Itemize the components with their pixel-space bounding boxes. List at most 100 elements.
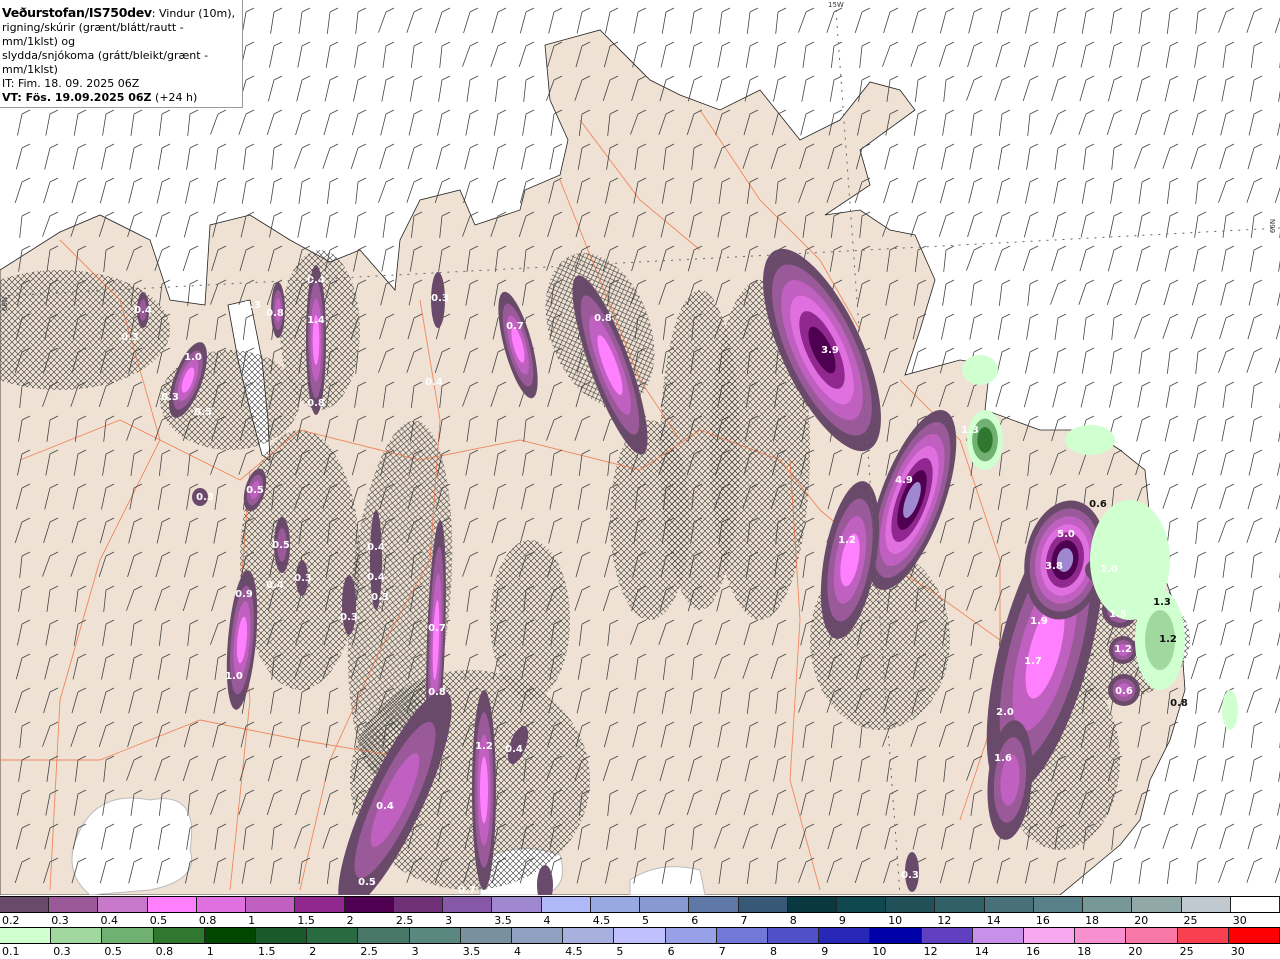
legend-label: 14 bbox=[987, 914, 1001, 927]
precip-value-label: 0.4 bbox=[425, 377, 443, 388]
precip-value-label: 0.8 bbox=[1170, 698, 1188, 709]
legend-label: 7 bbox=[740, 914, 747, 927]
legend-swatch bbox=[246, 897, 295, 912]
legend-swatch bbox=[1182, 897, 1231, 912]
legend-swatch bbox=[717, 928, 768, 943]
legend-label: 0.1 bbox=[2, 945, 20, 958]
legend-swatch bbox=[788, 897, 837, 912]
title-desc-3: slydda/snjókoma (grátt/bleikt/grænt - mm… bbox=[2, 49, 240, 77]
legend-label: 3 bbox=[445, 914, 452, 927]
precip-value-label: 0.3 bbox=[161, 392, 179, 403]
legend-label: 20 bbox=[1134, 914, 1148, 927]
legend-swatch bbox=[410, 928, 461, 943]
legend-label: 1 bbox=[248, 914, 255, 927]
legend-label: 30 bbox=[1233, 914, 1247, 927]
legend-swatch bbox=[492, 897, 541, 912]
legend-label: 25 bbox=[1180, 945, 1194, 958]
precip-value-label: 0.5 bbox=[358, 877, 376, 888]
precip-value-label: 1.7 bbox=[1024, 656, 1042, 667]
legend-swatch bbox=[0, 928, 51, 943]
legend-swatch bbox=[256, 928, 307, 943]
legend-label: 8 bbox=[790, 914, 797, 927]
precip-value-label: 0.5 bbox=[194, 407, 212, 418]
legend-rain: 0.10.30.50.811.522.533.544.5567891012141… bbox=[0, 927, 1280, 958]
legend-swatch bbox=[197, 897, 246, 912]
title-desc-2: rigning/skúrir (grænt/blátt/rautt - mm/1… bbox=[2, 21, 240, 49]
legend-swatch bbox=[98, 897, 147, 912]
precip-area bbox=[306, 265, 326, 415]
legend-label: 5 bbox=[642, 914, 649, 927]
legend-swatch bbox=[102, 928, 153, 943]
legend-swatch bbox=[640, 897, 689, 912]
legend-swatch bbox=[512, 928, 563, 943]
legend-swatch bbox=[886, 897, 935, 912]
legend-label: 4.5 bbox=[565, 945, 583, 958]
legend-label: 0.3 bbox=[51, 914, 69, 927]
legend-label: 2 bbox=[347, 914, 354, 927]
legend-label: 8 bbox=[770, 945, 777, 958]
legend-swatch bbox=[1126, 928, 1177, 943]
precip-value-label: 0.4 bbox=[367, 542, 385, 553]
legend-label: 25 bbox=[1184, 914, 1198, 927]
legend-swatch bbox=[935, 897, 984, 912]
precip-value-label: 0.3 bbox=[196, 492, 214, 503]
legend-swatch bbox=[563, 928, 614, 943]
snow-hatch bbox=[610, 420, 690, 620]
legend-swatch bbox=[985, 897, 1034, 912]
legend-swatch bbox=[1034, 897, 1083, 912]
precip-value-label: 0.5 bbox=[246, 485, 264, 496]
precip-value-label: 1.3 bbox=[1153, 597, 1171, 608]
precip-value-label: 0.3 bbox=[121, 332, 139, 343]
lead-time: (+24 h) bbox=[152, 91, 198, 104]
precip-value-label: 0.7 bbox=[506, 321, 524, 332]
legend-swatch bbox=[0, 897, 49, 912]
legend-label: 3.5 bbox=[494, 914, 512, 927]
precip-value-label: 1.2 bbox=[838, 535, 856, 546]
precip-area bbox=[1065, 425, 1115, 455]
precip-value-label: 0.8 bbox=[594, 313, 612, 324]
precip-value-label: 0.6 bbox=[1115, 686, 1133, 697]
precip-area bbox=[967, 410, 1003, 470]
legend-swatch bbox=[1024, 928, 1075, 943]
precip-value-label: 0.7 bbox=[428, 623, 446, 634]
precip-value-label: 0.8 bbox=[266, 308, 284, 319]
legend-swatch bbox=[689, 897, 738, 912]
legend-swatch bbox=[345, 897, 394, 912]
legend-label: 6 bbox=[668, 945, 675, 958]
legend-swatch bbox=[1231, 897, 1280, 912]
precip-value-label: 5.0 bbox=[1057, 529, 1075, 540]
legend-swatch bbox=[542, 897, 591, 912]
precip-contour bbox=[962, 355, 998, 385]
legend-label: 12 bbox=[937, 914, 951, 927]
legend-swatch bbox=[739, 897, 788, 912]
precip-value-label: 1.2 bbox=[475, 741, 493, 752]
precip-contour bbox=[342, 575, 356, 635]
precip-value-label: 4.9 bbox=[895, 475, 913, 486]
legend-label: 18 bbox=[1077, 945, 1091, 958]
precip-value-label: 1.2 bbox=[1159, 634, 1177, 645]
legend-label: 9 bbox=[839, 914, 846, 927]
valid-time: VT: Fös. 19.09.2025 06Z bbox=[2, 91, 152, 104]
legend-label: 7 bbox=[719, 945, 726, 958]
precip-value-label: 2.0 bbox=[996, 707, 1014, 718]
legend-label: 1.5 bbox=[297, 914, 315, 927]
legend-label: 3.5 bbox=[463, 945, 481, 958]
legend-swatch bbox=[870, 928, 921, 943]
precip-value-label: 1.6 bbox=[994, 753, 1012, 764]
meridian-label: 15W bbox=[828, 1, 844, 9]
precip-value-label: 0.4 bbox=[266, 580, 284, 591]
legend-swatch bbox=[1178, 928, 1229, 943]
precip-area bbox=[962, 355, 998, 385]
legend-swatch bbox=[295, 897, 344, 912]
legend-label: 20 bbox=[1128, 945, 1142, 958]
legend-swatch bbox=[154, 928, 205, 943]
legend-swatch bbox=[1132, 897, 1181, 912]
legend-swatch bbox=[837, 897, 886, 912]
legend-swatch bbox=[358, 928, 409, 943]
precip-value-label: 0.9 bbox=[235, 589, 253, 600]
legend-swatch bbox=[973, 928, 1024, 943]
precip-value-label: 3.9 bbox=[821, 345, 839, 356]
legend-swatch bbox=[922, 928, 973, 943]
legend-snow: 0.20.30.40.50.811.522.533.544.5567891012… bbox=[0, 896, 1280, 927]
precip-value-label: 0.6 bbox=[1089, 499, 1107, 510]
